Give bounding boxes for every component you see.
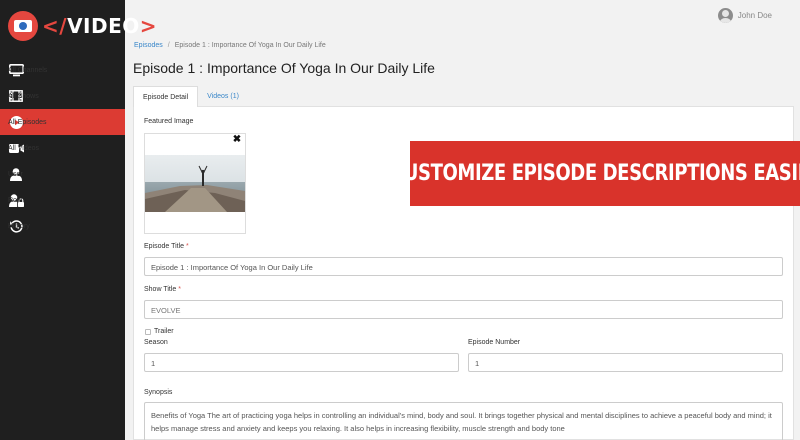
remove-image-icon[interactable]: ✖	[232, 135, 242, 145]
sidebar-item-user[interactable]: User	[0, 161, 125, 187]
page-title: Episode 1 : Importance Of Yoga In Our Da…	[133, 60, 435, 76]
sidebar: </VIDEO> All Channels All Shows All Epis…	[0, 0, 157, 440]
sidebar-nav: All Channels All Shows All Episodes All …	[0, 57, 125, 239]
app-logo[interactable]: </VIDEO>	[8, 10, 157, 42]
breadcrumb: Episodes / Episode 1 : Importance Of Yoga …	[134, 42, 326, 49]
sidebar-item-all-episodes[interactable]: All Episodes	[0, 109, 125, 135]
sidebar-item-history[interactable]: History	[0, 213, 125, 239]
synopsis-textarea[interactable]: Benefits of Yoga The art of practicing y…	[144, 402, 783, 440]
breadcrumb-link-episodes[interactable]: Episodes	[134, 42, 163, 49]
user-menu[interactable]: John Doe	[717, 8, 772, 23]
logo-text: </VIDEO>	[42, 14, 158, 38]
promo-banner-text: CUSTOMIZE EPISODE DESCRIPTIONS EASILY	[391, 161, 800, 186]
featured-image-photo	[145, 155, 245, 212]
promo-banner: CUSTOMIZE EPISODE DESCRIPTIONS EASILY	[391, 141, 800, 206]
episode-title-input[interactable]: Episode 1 : Importance Of Yoga In Our Da…	[144, 257, 783, 276]
episode-title-label: Episode Title *	[144, 243, 189, 250]
tab-bar: Episode Detail Videos (1)	[133, 86, 248, 107]
synopsis-label: Synopsis	[144, 389, 173, 396]
episode-number-input[interactable]: 1	[468, 353, 783, 372]
trailer-label: Trailer	[154, 328, 174, 335]
episode-number-label: Episode Number	[468, 339, 521, 346]
season-input[interactable]: 1	[144, 353, 459, 372]
tab-episode-detail[interactable]: Episode Detail	[133, 86, 199, 107]
show-title-input[interactable]: EVOLVE	[144, 300, 783, 319]
show-title-label: Show Title *	[144, 286, 181, 293]
sidebar-item-all-shows[interactable]: All Shows	[0, 83, 125, 109]
breadcrumb-separator: /	[167, 42, 170, 49]
camera-logo-icon	[8, 11, 38, 41]
avatar-icon	[717, 8, 733, 23]
user-name: John Doe	[737, 11, 772, 20]
tab-videos[interactable]: Videos (1)	[198, 86, 248, 107]
sidebar-item-role[interactable]: Role	[0, 187, 125, 213]
season-label: Season	[144, 339, 168, 346]
trailer-checkbox[interactable]	[145, 329, 151, 335]
featured-image-label: Featured Image	[144, 118, 194, 125]
sidebar-item-all-channels[interactable]: All Channels	[0, 57, 125, 83]
sidebar-item-all-videos[interactable]: All Videos	[0, 135, 125, 161]
breadcrumb-current: Episode 1 : Importance Of Yoga In Our Da…	[174, 42, 326, 49]
